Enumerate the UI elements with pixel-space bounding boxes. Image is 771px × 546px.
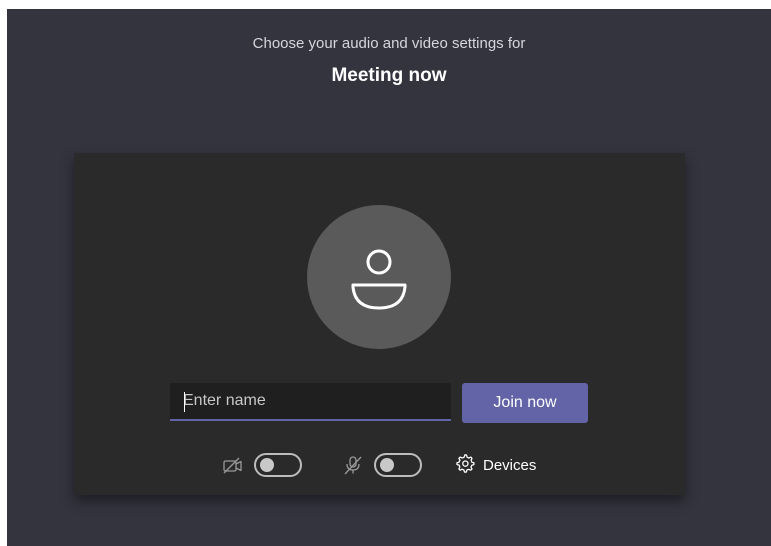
video-preview-panel: Join now bbox=[74, 153, 685, 495]
device-controls: Devices bbox=[74, 450, 685, 480]
name-input[interactable] bbox=[170, 383, 451, 421]
microphone-toggle-knob bbox=[380, 458, 394, 472]
settings-subtitle: Choose your audio and video settings for bbox=[252, 35, 526, 52]
text-cursor bbox=[184, 392, 185, 412]
join-now-button[interactable]: Join now bbox=[462, 383, 588, 423]
camera-toggle-knob bbox=[260, 458, 274, 472]
mic-off-icon bbox=[342, 455, 364, 475]
camera-off-icon bbox=[222, 455, 244, 475]
devices-label: Devices bbox=[483, 456, 537, 474]
microphone-toggle[interactable] bbox=[374, 453, 422, 477]
pre-join-screen: Choose your audio and video settings for… bbox=[7, 9, 771, 546]
camera-toggle[interactable] bbox=[254, 453, 302, 477]
gear-icon bbox=[455, 453, 475, 477]
meeting-title: Meeting now bbox=[331, 65, 447, 86]
devices-button[interactable]: Devices bbox=[455, 452, 536, 478]
avatar bbox=[307, 205, 451, 349]
person-icon bbox=[351, 249, 407, 310]
